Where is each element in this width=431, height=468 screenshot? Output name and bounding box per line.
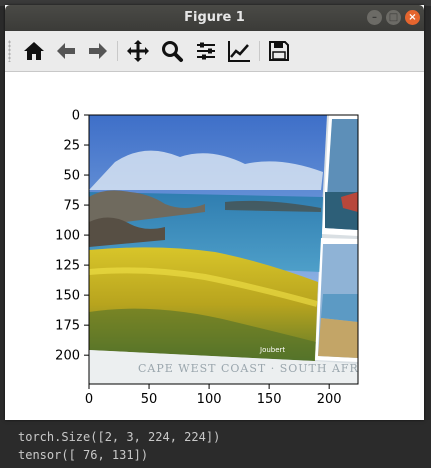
arrow-right-icon	[89, 43, 107, 59]
navigation-toolbar	[5, 31, 424, 72]
y-tick-label: 100	[55, 229, 80, 244]
home-button[interactable]	[21, 38, 47, 64]
edit-axis-button[interactable]	[226, 38, 252, 64]
figure-canvas[interactable]: CAPE WEST COAST · SOUTH AFR Joubert 0 50 1…	[5, 72, 424, 420]
terminal-line: tensor([ 76, 131])	[18, 448, 149, 462]
x-axis: 0 50 100 150 200	[85, 384, 342, 407]
forward-button[interactable]	[85, 38, 111, 64]
terminal-output: torch.Size([2, 3, 224, 224]) tensor([ 76,…	[18, 428, 220, 464]
terminal-line: torch.Size([2, 3, 224, 224])	[18, 430, 221, 444]
y-tick-label: 200	[55, 349, 80, 364]
postcard-image: CAPE WEST COAST · SOUTH AFR Joubert	[89, 115, 359, 384]
axes: CAPE WEST COAST · SOUTH AFR Joubert 0 50 1…	[55, 109, 359, 407]
x-tick-label: 100	[197, 392, 222, 407]
y-tick-label: 175	[55, 319, 80, 334]
floppy-disk-icon	[269, 41, 289, 61]
postcard-caption: CAPE WEST COAST · SOUTH AFR	[138, 362, 359, 375]
y-tick-label: 50	[63, 169, 80, 184]
postcard-signature: Joubert	[259, 346, 285, 354]
configure-subplots-button[interactable]	[193, 38, 219, 64]
toolbar-separator	[117, 41, 118, 61]
magnifier-icon	[162, 41, 183, 62]
title-bar[interactable]: Figure 1 – □ ×	[5, 5, 424, 31]
y-axis: 0 25 50 75 100 125 150 175 200	[55, 109, 89, 364]
maximize-button[interactable]: □	[386, 10, 401, 25]
move-icon	[127, 40, 149, 62]
y-tick-label: 150	[55, 289, 80, 304]
toolbar-separator	[259, 41, 260, 61]
back-button[interactable]	[53, 38, 79, 64]
y-tick-label: 75	[63, 199, 80, 214]
line-chart-icon	[228, 41, 250, 62]
home-icon	[24, 42, 44, 60]
pan-button[interactable]	[125, 38, 151, 64]
minimize-button[interactable]: –	[367, 10, 382, 25]
x-tick-label: 50	[141, 392, 158, 407]
toolbar-grip[interactable]	[8, 40, 11, 62]
x-tick-label: 150	[257, 392, 282, 407]
y-tick-label: 125	[55, 259, 80, 274]
x-tick-label: 200	[317, 392, 342, 407]
window-title: Figure 1	[184, 10, 245, 25]
zoom-button[interactable]	[159, 38, 185, 64]
save-button[interactable]	[266, 38, 292, 64]
y-tick-label: 0	[72, 109, 80, 124]
sliders-icon	[197, 42, 215, 60]
close-button[interactable]: ×	[405, 10, 420, 25]
figure-window: Figure 1 – □ × CAPE WEST COAST · SOUTH A…	[5, 5, 424, 420]
arrow-left-icon	[57, 43, 75, 59]
y-tick-label: 25	[63, 139, 80, 154]
x-tick-label: 0	[85, 392, 93, 407]
